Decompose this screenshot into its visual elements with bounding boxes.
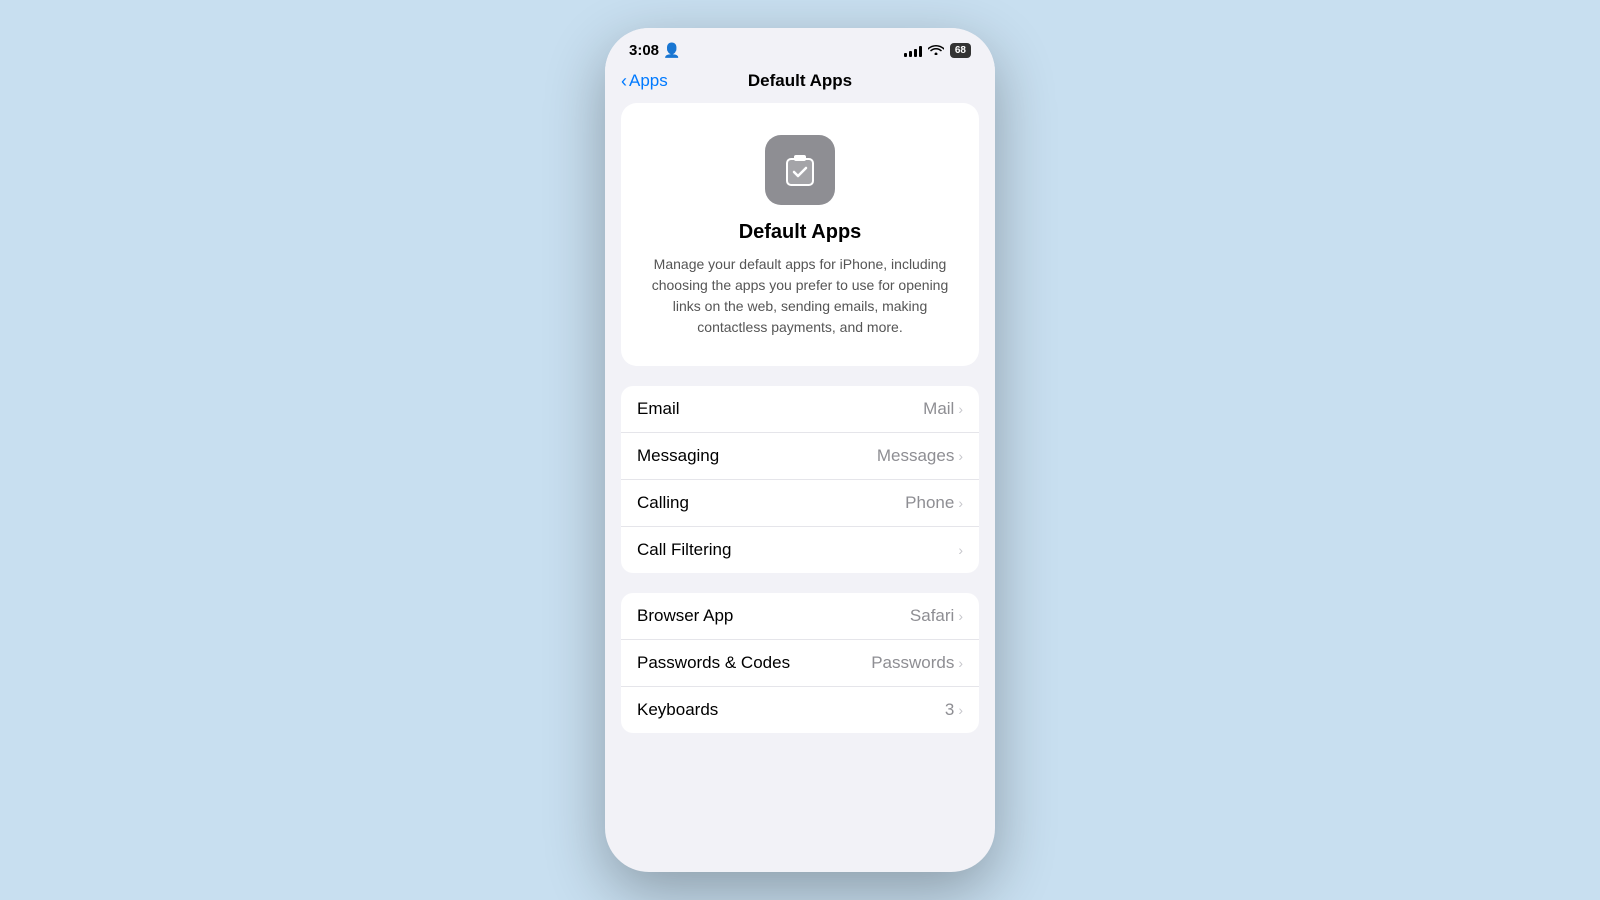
calling-row[interactable]: Calling Phone › <box>621 480 979 527</box>
calling-right: Phone › <box>905 493 963 513</box>
messaging-row[interactable]: Messaging Messages › <box>621 433 979 480</box>
messaging-chevron-icon: › <box>958 448 963 464</box>
email-label: Email <box>637 399 680 419</box>
phone-frame: 3:08 👤 68 ‹ Ap <box>605 28 995 872</box>
back-label: Apps <box>629 71 668 91</box>
content-area: Default Apps Manage your default apps fo… <box>605 103 995 872</box>
passwords-codes-right: Passwords › <box>871 653 963 673</box>
keyboards-right: 3 › <box>945 700 963 720</box>
keyboards-chevron-icon: › <box>958 702 963 718</box>
passwords-codes-row[interactable]: Passwords & Codes Passwords › <box>621 640 979 687</box>
status-icons: 68 <box>904 43 971 58</box>
browser-app-chevron-icon: › <box>958 608 963 624</box>
status-bar: 3:08 👤 68 <box>605 28 995 67</box>
person-icon: 👤 <box>663 42 680 59</box>
email-value: Mail <box>923 399 954 419</box>
messaging-right: Messages › <box>877 446 963 466</box>
settings-group-2: Browser App Safari › Passwords & Codes P… <box>621 593 979 733</box>
settings-group-1: Email Mail › Messaging Messages › Callin… <box>621 386 979 573</box>
calling-value: Phone <box>905 493 954 513</box>
calling-chevron-icon: › <box>958 495 963 511</box>
nav-bar: ‹ Apps Default Apps <box>605 67 995 103</box>
passwords-codes-label: Passwords & Codes <box>637 653 790 673</box>
email-right: Mail › <box>923 399 963 419</box>
time-display: 3:08 <box>629 42 659 59</box>
keyboards-row[interactable]: Keyboards 3 › <box>621 687 979 733</box>
info-title: Default Apps <box>645 221 955 244</box>
call-filtering-label: Call Filtering <box>637 540 731 560</box>
messaging-value: Messages <box>877 446 954 466</box>
back-button[interactable]: ‹ Apps <box>621 71 668 91</box>
keyboards-value: 3 <box>945 700 954 720</box>
call-filtering-row[interactable]: Call Filtering › <box>621 527 979 573</box>
messaging-label: Messaging <box>637 446 719 466</box>
wifi-icon <box>928 43 944 58</box>
calling-label: Calling <box>637 493 689 513</box>
browser-app-value: Safari <box>910 606 954 626</box>
status-time: 3:08 👤 <box>629 42 680 59</box>
default-apps-icon <box>765 135 835 205</box>
passwords-codes-chevron-icon: › <box>958 655 963 671</box>
call-filtering-right: › <box>954 542 963 558</box>
keyboards-label: Keyboards <box>637 700 718 720</box>
info-description: Manage your default apps for iPhone, inc… <box>645 254 955 338</box>
nav-title: Default Apps <box>748 71 852 91</box>
back-chevron-icon: ‹ <box>621 72 627 90</box>
email-chevron-icon: › <box>958 401 963 417</box>
battery-icon: 68 <box>950 43 971 58</box>
call-filtering-chevron-icon: › <box>958 542 963 558</box>
browser-app-right: Safari › <box>910 606 963 626</box>
email-row[interactable]: Email Mail › <box>621 386 979 433</box>
passwords-codes-value: Passwords <box>871 653 954 673</box>
info-card: Default Apps Manage your default apps fo… <box>621 103 979 366</box>
browser-app-row[interactable]: Browser App Safari › <box>621 593 979 640</box>
signal-icon <box>904 45 922 57</box>
browser-app-label: Browser App <box>637 606 733 626</box>
